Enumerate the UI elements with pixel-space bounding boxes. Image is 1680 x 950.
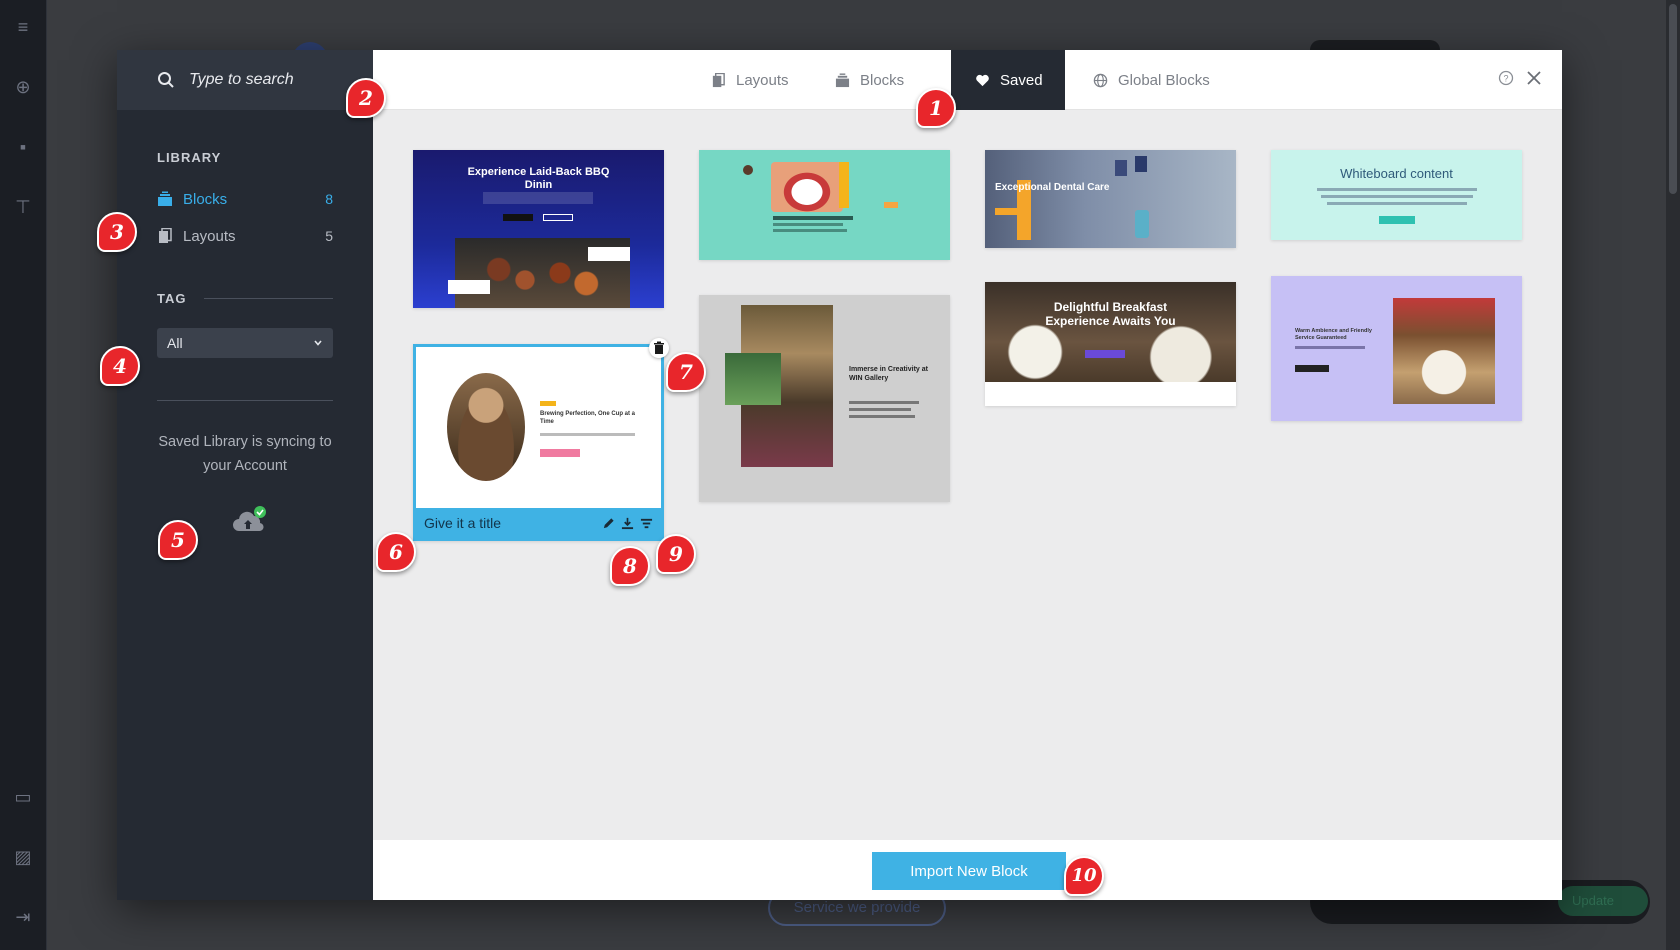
callout-badge: 5 (158, 520, 198, 560)
tab-label: Saved (1000, 71, 1043, 89)
tag-select[interactable]: All (157, 328, 333, 358)
saved-block-card[interactable]: Whiteboard content (1271, 150, 1522, 240)
page-scrollbar[interactable] (1666, 0, 1680, 950)
sync-status-text: Saved Library is syncing to your Account (158, 434, 332, 474)
chevron-down-icon (314, 340, 322, 346)
block-thumbnail: Exceptional Dental Care (985, 150, 1236, 248)
blocks-icon (158, 191, 172, 206)
block-thumbnail (699, 150, 950, 260)
import-new-block-button[interactable]: Import New Block (872, 852, 1066, 890)
tag-divider (204, 298, 333, 299)
sidebar-divider (157, 400, 333, 401)
saved-block-card[interactable]: Exceptional Dental Care (985, 150, 1236, 248)
library-item-label: Blocks (183, 190, 228, 208)
block-thumbnail: Brewing Perfection, One Cup at a Time (416, 347, 661, 511)
tab-label: Layouts (736, 71, 789, 89)
library-item-blocks[interactable]: Blocks 8 (157, 187, 333, 211)
callout-badge: 10 (1064, 856, 1104, 896)
library-heading: LIBRARY (157, 150, 222, 165)
block-thumbnail: Experience Laid-Back BBQ Dinin (413, 150, 664, 308)
library-tabbar: Layouts Blocks Saved Global Blocks ? (373, 50, 1562, 110)
library-item-count: 8 (325, 191, 333, 207)
block-thumbnail: Immerse in Creativity at WIN Gallery (699, 295, 950, 502)
block-thumbnail-title: Experience Laid-Back BBQ Dinin (467, 166, 610, 191)
block-thumbnail-title: Whiteboard content (1340, 166, 1453, 181)
card-title-input[interactable]: Give it a title (424, 515, 501, 531)
download-icon[interactable] (621, 517, 634, 530)
tab-global-blocks[interactable]: Global Blocks (1093, 50, 1210, 110)
modal-top-icons: ? (1498, 70, 1542, 86)
hamburger-menu-icon[interactable]: ≡ (12, 16, 34, 38)
saved-block-card[interactable]: Delightful Breakfast Experience Awaits Y… (985, 282, 1236, 406)
callout-badge: 4 (100, 346, 140, 386)
exit-icon[interactable]: ⇥ (12, 906, 34, 928)
cloud-sync-icon (233, 506, 266, 532)
callout-badge: 6 (376, 532, 416, 572)
tab-label: Global Blocks (1118, 71, 1210, 89)
callout-badge: 7 (666, 352, 706, 392)
search-icon (158, 72, 174, 88)
callout-badge: 3 (97, 212, 137, 252)
block-thumbnail: Delightful Breakfast Experience Awaits Y… (985, 282, 1236, 382)
close-icon[interactable] (1526, 70, 1542, 86)
block-library-modal: LIBRARY Blocks 8 Layouts 5 TAG All Saved… (117, 50, 1562, 900)
tag-select-value: All (167, 335, 183, 351)
pages-icon[interactable]: ▨ (12, 846, 34, 868)
callout-badge: 1 (916, 88, 956, 128)
callout-badge: 9 (656, 534, 696, 574)
blocks-icon (835, 72, 850, 87)
block-thumbnail-title: Immerse in Creativity at WIN Gallery (849, 366, 928, 382)
add-element-icon[interactable]: ⊕ (12, 76, 34, 98)
tag-heading: TAG (157, 291, 187, 306)
library-item-count: 5 (325, 228, 333, 244)
saved-block-card-hovered[interactable]: Brewing Perfection, One Cup at a Time Gi… (413, 344, 664, 541)
paint-roller-icon[interactable]: ⊤ (12, 196, 34, 218)
tab-saved[interactable]: Saved (951, 50, 1065, 110)
block-thumbnail-title: Warm Ambience and Friendly Service Guara… (1295, 328, 1372, 341)
block-thumbnail: Warm Ambience and Friendly Service Guara… (1271, 276, 1522, 421)
layouts-icon (159, 228, 172, 243)
saved-block-card[interactable]: Experience Laid-Back BBQ Dinin (413, 150, 664, 308)
search-input[interactable] (189, 71, 349, 89)
tab-label: Blocks (860, 71, 905, 89)
library-item-label: Layouts (183, 227, 236, 245)
saved-block-card[interactable]: Immerse in Creativity at WIN Gallery (699, 295, 950, 502)
desktop-preview-icon[interactable]: ▭ (12, 786, 34, 808)
blocks-rail-icon[interactable]: ▪ (12, 136, 34, 158)
help-icon[interactable]: ? (1498, 70, 1514, 86)
layouts-icon (712, 72, 725, 87)
background-update-button: Update (1558, 886, 1648, 916)
svg-text:?: ? (1503, 74, 1508, 84)
tab-blocks[interactable]: Blocks (835, 50, 904, 110)
search-bar (117, 50, 373, 110)
block-thumbnail-title: Exceptional Dental Care (995, 182, 1110, 193)
scrollbar-thumb[interactable] (1669, 4, 1677, 194)
saved-block-card[interactable] (699, 150, 950, 260)
globe-icon (1093, 73, 1108, 87)
saved-block-card[interactable]: Warm Ambience and Friendly Service Guara… (1271, 276, 1522, 421)
heart-icon (976, 74, 989, 86)
tab-layouts[interactable]: Layouts (711, 50, 789, 110)
block-thumbnail-title: Brewing Perfection, One Cup at a Time (540, 411, 636, 425)
block-thumbnail-title: Delightful Breakfast Experience Awaits Y… (1045, 300, 1176, 328)
block-thumbnail: Whiteboard content (1271, 150, 1522, 240)
callout-badge: 8 (610, 546, 650, 586)
callout-badge: 2 (346, 78, 386, 118)
library-sidebar: LIBRARY Blocks 8 Layouts 5 TAG All Saved… (117, 50, 373, 900)
library-item-layouts[interactable]: Layouts 5 (157, 224, 333, 248)
modal-footer: Import New Block (373, 840, 1562, 900)
editor-left-rail: ≡ ⊕ ▪ ⊤ ▭ ▨ ⇥ (0, 0, 47, 950)
filter-icon[interactable] (640, 517, 653, 530)
card-title-bar: Give it a title (416, 508, 661, 538)
library-main: Layouts Blocks Saved Global Blocks ? Exp… (373, 50, 1562, 900)
pencil-icon[interactable] (602, 517, 615, 530)
